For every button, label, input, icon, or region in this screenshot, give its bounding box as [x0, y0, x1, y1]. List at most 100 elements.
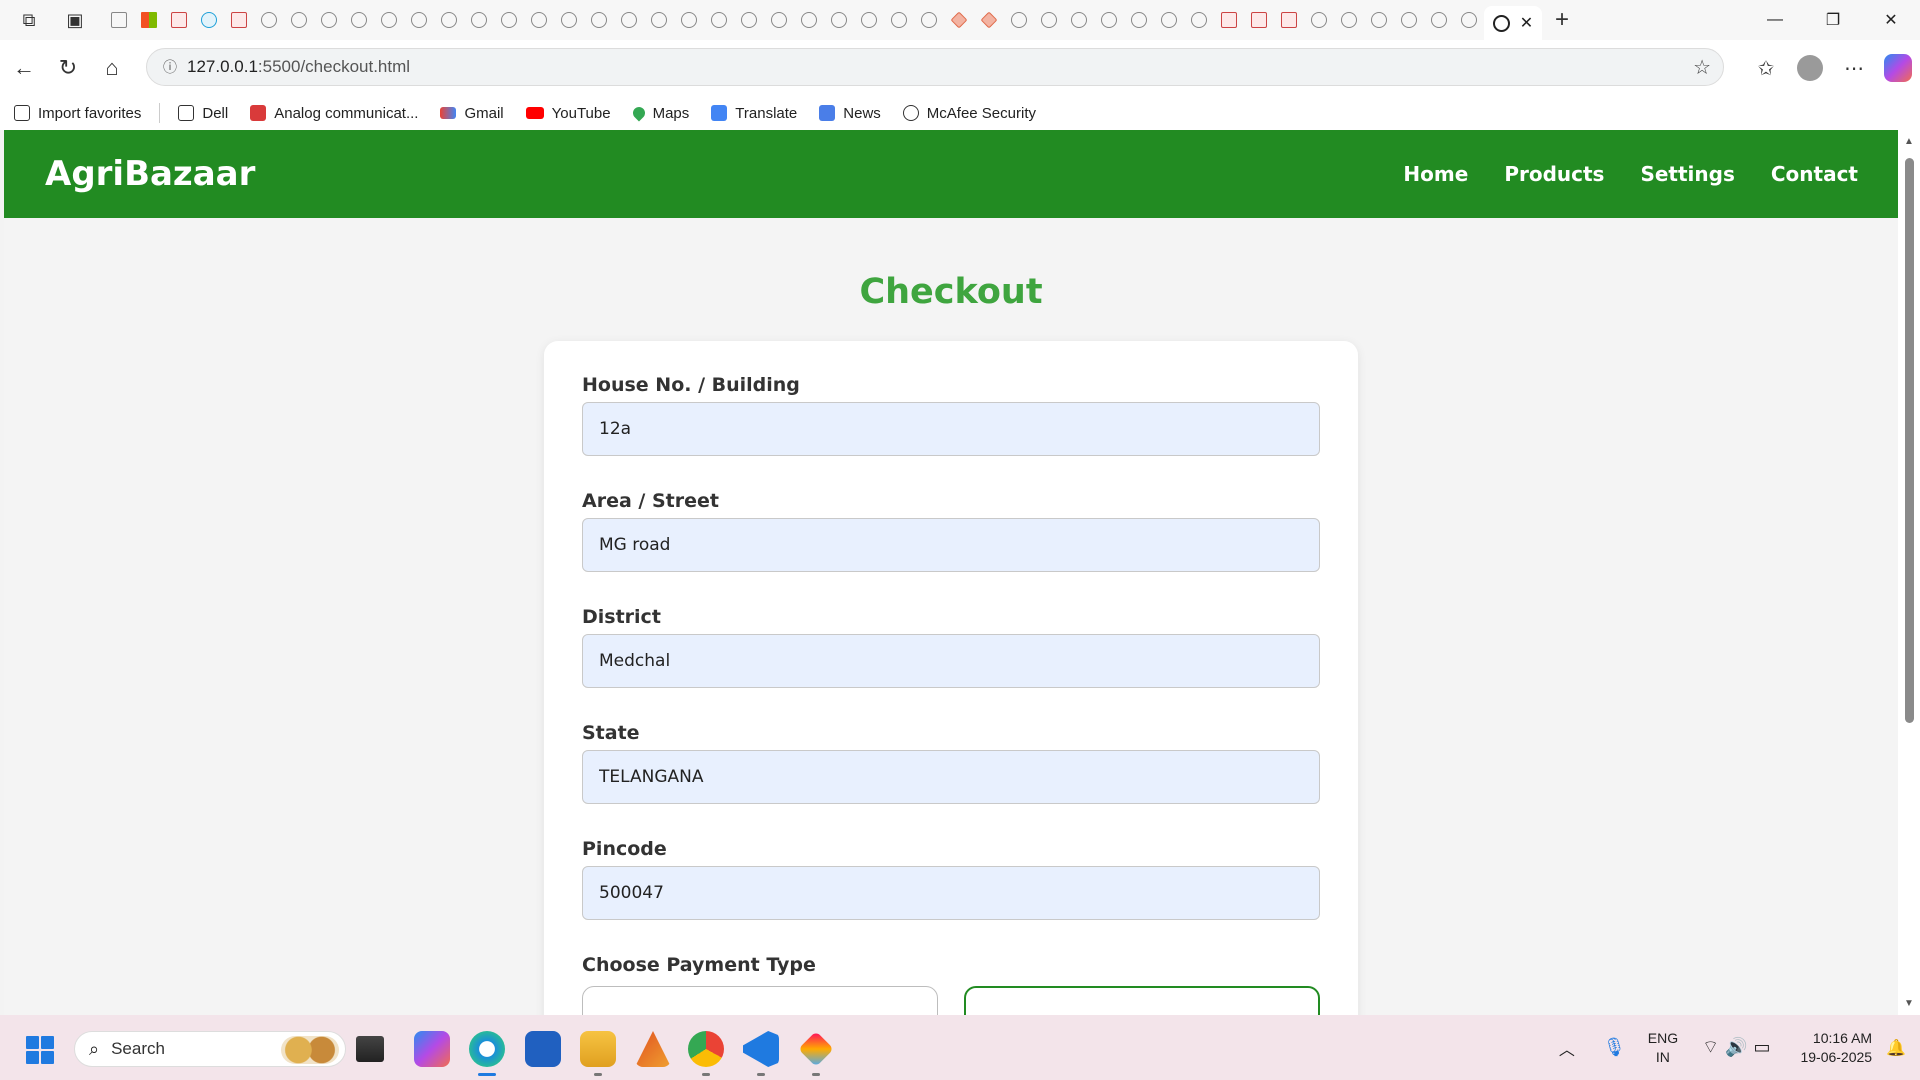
tab[interactable] [1274, 0, 1304, 40]
tab[interactable] [284, 0, 314, 40]
tab[interactable] [1214, 0, 1244, 40]
tab[interactable] [1304, 0, 1334, 40]
tab[interactable] [464, 0, 494, 40]
favorite-dell[interactable]: Dell [178, 105, 228, 122]
tab[interactable] [764, 0, 794, 40]
nav-home[interactable]: Home [1403, 162, 1468, 186]
url-text[interactable]: 127.0.0.1:5500/checkout.html [187, 57, 410, 77]
microphone-icon[interactable]: 🎙 [1603, 1037, 1626, 1058]
favorite-maps[interactable]: Maps [630, 105, 689, 122]
favorite-gmail[interactable]: Gmail [440, 105, 504, 122]
pincode-input[interactable] [582, 866, 1320, 920]
tab[interactable] [374, 0, 404, 40]
close-window-icon[interactable]: ✕ [1862, 0, 1920, 40]
file-explorer-icon[interactable] [580, 1031, 616, 1067]
tab[interactable] [614, 0, 644, 40]
payment-option-selected[interactable] [964, 986, 1320, 1015]
state-input[interactable] [582, 750, 1320, 804]
tab[interactable] [1064, 0, 1094, 40]
tab[interactable] [644, 0, 674, 40]
page-scrollbar[interactable]: ▲ ▼ [1898, 130, 1920, 1015]
favorite-analog[interactable]: Analog communicat... [250, 105, 418, 122]
area-input[interactable] [582, 518, 1320, 572]
nav-settings[interactable]: Settings [1640, 162, 1734, 186]
clock[interactable]: 10:16 AM 19-06-2025 [1800, 1029, 1872, 1067]
favorite-mcafee[interactable]: McAfee Security [902, 105, 1036, 122]
tab[interactable] [1004, 0, 1034, 40]
payment-option[interactable] [582, 986, 938, 1015]
tab[interactable] [104, 0, 134, 40]
tab[interactable] [1124, 0, 1154, 40]
store-app-icon[interactable] [525, 1031, 561, 1067]
tab[interactable] [224, 0, 254, 40]
tab[interactable] [944, 0, 974, 40]
chrome-icon[interactable] [688, 1031, 724, 1067]
tab[interactable] [134, 0, 164, 40]
language-indicator[interactable]: ENG IN [1648, 1029, 1678, 1067]
address-bar[interactable]: ⓘ 127.0.0.1:5500/checkout.html ☆ [146, 48, 1724, 86]
taskbar-search[interactable]: ⌕ Search [74, 1031, 346, 1067]
favorite-youtube[interactable]: YouTube [525, 105, 611, 122]
nav-products[interactable]: Products [1504, 162, 1604, 186]
tab[interactable] [824, 0, 854, 40]
tab[interactable] [914, 0, 944, 40]
battery-icon[interactable]: ▭ [1753, 1037, 1770, 1058]
district-input[interactable] [582, 634, 1320, 688]
tab[interactable] [314, 0, 344, 40]
more-options-icon[interactable]: ⋯ [1832, 48, 1876, 88]
tab[interactable] [404, 0, 434, 40]
new-tab-button[interactable]: + [1542, 0, 1582, 40]
tab[interactable] [974, 0, 1004, 40]
profile-avatar[interactable] [1797, 55, 1823, 81]
tab[interactable] [794, 0, 824, 40]
tab[interactable] [1094, 0, 1124, 40]
tab[interactable] [584, 0, 614, 40]
gemini-app-icon[interactable] [798, 1031, 834, 1067]
close-tab-icon[interactable]: ✕ [1520, 13, 1533, 33]
tab[interactable] [1424, 0, 1454, 40]
scroll-down-icon[interactable]: ▼ [1904, 998, 1914, 1009]
tab[interactable] [1394, 0, 1424, 40]
vertical-tabs-icon[interactable]: ▣ [58, 0, 92, 40]
refresh-icon[interactable]: ↻ [46, 48, 90, 88]
tab[interactable] [1154, 0, 1184, 40]
tab[interactable] [554, 0, 584, 40]
notification-icon[interactable]: 🔔 [1886, 1038, 1906, 1058]
site-logo[interactable]: AgriBazaar [45, 154, 255, 194]
tab[interactable] [1364, 0, 1394, 40]
favorite-star-icon[interactable]: ☆ [1693, 55, 1711, 80]
house-input[interactable] [582, 402, 1320, 456]
tab[interactable] [254, 0, 284, 40]
active-tab[interactable]: ✕ [1484, 6, 1542, 40]
restore-icon[interactable]: ❐ [1804, 0, 1862, 40]
favorites-icon[interactable]: ✩ [1744, 48, 1788, 88]
chevron-up-icon[interactable]: ︿ [1559, 1036, 1575, 1060]
workspaces-icon[interactable]: ⧉ [0, 0, 58, 40]
tab[interactable] [1334, 0, 1364, 40]
volume-icon[interactable]: 🔊 [1725, 1037, 1747, 1058]
tab[interactable] [164, 0, 194, 40]
task-view-icon[interactable] [356, 1036, 384, 1062]
tab[interactable] [884, 0, 914, 40]
site-info-icon[interactable]: ⓘ [153, 57, 187, 77]
home-icon[interactable]: ⌂ [90, 48, 134, 88]
copilot-app-icon[interactable] [414, 1031, 450, 1067]
tab[interactable] [1454, 0, 1484, 40]
minimize-icon[interactable]: — [1746, 0, 1804, 40]
tab[interactable] [1184, 0, 1214, 40]
tab[interactable] [674, 0, 704, 40]
tab[interactable] [344, 0, 374, 40]
favorite-translate[interactable]: Translate [711, 105, 797, 122]
windows-start-icon[interactable] [26, 1036, 54, 1064]
tab[interactable] [194, 0, 224, 40]
edge-app-icon[interactable] [469, 1031, 505, 1067]
favorite-news[interactable]: News [819, 105, 881, 122]
vscode-icon[interactable] [743, 1031, 779, 1067]
tab[interactable] [734, 0, 764, 40]
scrollbar-thumb[interactable] [1905, 158, 1914, 723]
tab[interactable] [854, 0, 884, 40]
wifi-icon[interactable]: ⌔ [1702, 1036, 1719, 1059]
tab[interactable] [1244, 0, 1274, 40]
tab[interactable] [704, 0, 734, 40]
tab[interactable] [524, 0, 554, 40]
